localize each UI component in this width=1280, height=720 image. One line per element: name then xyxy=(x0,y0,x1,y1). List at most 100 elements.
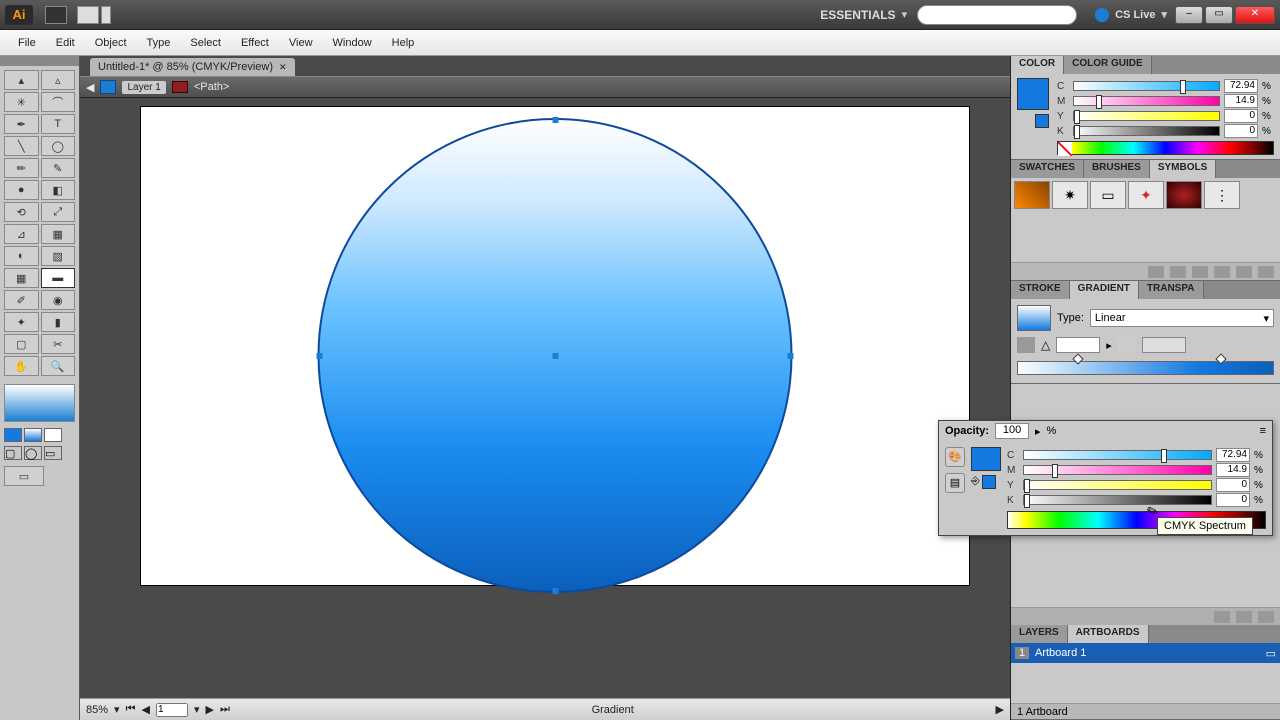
anchor-center[interactable] xyxy=(552,353,558,359)
workspace-switcher[interactable]: ESSENTIALS xyxy=(820,8,895,22)
fill-color-swatch[interactable] xyxy=(1017,78,1049,110)
screen-mode-full[interactable]: ◯ xyxy=(24,446,42,460)
gradient-midpoint-right[interactable] xyxy=(1215,353,1226,364)
canvas[interactable] xyxy=(80,98,1010,698)
pen-tool[interactable]: ✒ xyxy=(4,114,39,134)
symbol-place-icon[interactable] xyxy=(1170,266,1186,278)
gradient-mode-btn[interactable] xyxy=(24,428,42,442)
y-slider[interactable] xyxy=(1073,111,1220,121)
bridge-button[interactable] xyxy=(43,6,67,24)
popup-fill-swatch[interactable] xyxy=(971,447,1001,471)
free-transform-tool[interactable]: ▦ xyxy=(41,224,76,244)
gradient-type-dropdown[interactable]: Linear ▾ xyxy=(1090,309,1274,327)
symbol-splat[interactable]: ✷ xyxy=(1052,181,1088,209)
menu-view[interactable]: View xyxy=(279,33,323,53)
none-mode-btn[interactable] xyxy=(44,428,62,442)
tab-transparency[interactable]: TRANSPA xyxy=(1139,281,1204,299)
panel-menu-icon[interactable]: ≡ xyxy=(1260,425,1266,437)
symbol-break-icon[interactable] xyxy=(1192,266,1208,278)
status-menu-icon[interactable]: ▶ xyxy=(996,703,1004,716)
screen-mode-normal[interactable]: ▢ xyxy=(4,446,22,460)
appearance-new-icon[interactable] xyxy=(1214,611,1230,623)
rotate-tool[interactable]: ⟲ xyxy=(4,202,39,222)
breadcrumb-layer[interactable]: Layer 1 xyxy=(122,81,165,94)
symbol-delete-icon[interactable] xyxy=(1258,266,1274,278)
menu-select[interactable]: Select xyxy=(180,33,231,53)
shape-builder-tool[interactable]: ◐ xyxy=(4,246,39,266)
nav-last-icon[interactable]: ⏭ xyxy=(220,703,230,716)
appearance-dup-icon[interactable] xyxy=(1236,611,1252,623)
selection-tool[interactable]: ▴ xyxy=(4,70,39,90)
nav-dropdown-icon[interactable]: ▾ xyxy=(194,703,200,716)
symbol-cube[interactable] xyxy=(1014,181,1050,209)
gradient-aspect-icon[interactable] xyxy=(1118,337,1136,353)
artboard-orient-icon[interactable]: ▭ xyxy=(1266,647,1276,660)
screen-mode-cycle[interactable]: ▭ xyxy=(4,466,44,486)
popup-c-value[interactable]: 72.94 xyxy=(1216,448,1250,462)
color-spectrum[interactable] xyxy=(1057,141,1274,155)
zoom-dropdown-icon[interactable]: ▾ xyxy=(114,703,120,716)
m-slider[interactable] xyxy=(1073,96,1220,106)
tab-color[interactable]: COLOR xyxy=(1011,56,1064,74)
gradient-tool[interactable]: ▬ xyxy=(41,268,76,288)
appearance-del-icon[interactable] xyxy=(1258,611,1274,623)
breadcrumb-path[interactable]: <Path> xyxy=(194,81,229,93)
scale-tool[interactable]: ⤢ xyxy=(41,202,76,222)
popup-stroke-swatch[interactable] xyxy=(982,475,996,489)
screen-mode-present[interactable]: ▭ xyxy=(44,446,62,460)
color-models-icon[interactable]: 🎨 xyxy=(945,447,965,467)
gradient-midpoint-left[interactable] xyxy=(1072,353,1083,364)
c-value[interactable]: 72.94 xyxy=(1224,79,1258,93)
type-tool[interactable]: T xyxy=(41,114,76,134)
direct-selection-tool[interactable]: ▵ xyxy=(41,70,76,90)
slice-tool[interactable]: ✂ xyxy=(41,334,76,354)
paintbrush-tool[interactable]: ✏ xyxy=(4,158,39,178)
opacity-field[interactable]: 100 xyxy=(995,423,1029,439)
m-value[interactable]: 14.9 xyxy=(1224,94,1258,108)
symbol-options-icon[interactable] xyxy=(1214,266,1230,278)
anchor-left[interactable] xyxy=(317,353,323,359)
blob-brush-tool[interactable]: ● xyxy=(4,180,39,200)
graph-tool[interactable]: ▮ xyxy=(41,312,76,332)
opacity-stepper-icon[interactable]: ▸ xyxy=(1035,425,1041,438)
menu-file[interactable]: File xyxy=(8,33,46,53)
line-tool[interactable]: ╲ xyxy=(4,136,39,156)
breadcrumb-back-icon[interactable]: ◀ xyxy=(86,81,94,94)
hand-tool[interactable]: ✋ xyxy=(4,356,39,376)
tab-swatches[interactable]: SWATCHES xyxy=(1011,160,1084,178)
gradient-ramp[interactable] xyxy=(1017,361,1274,375)
gradient-aspect-field[interactable] xyxy=(1142,337,1186,353)
tab-color-guide[interactable]: COLOR GUIDE xyxy=(1064,56,1152,74)
perspective-tool[interactable]: ▨ xyxy=(41,246,76,266)
eyedropper-tool[interactable]: ✐ xyxy=(4,290,39,310)
symbol-frame[interactable]: ▭ xyxy=(1090,181,1126,209)
anchor-bottom[interactable] xyxy=(552,588,558,594)
popup-y-value[interactable]: 0 xyxy=(1216,478,1250,492)
color-sliders-icon[interactable]: ▤ xyxy=(945,473,965,493)
artboard[interactable] xyxy=(140,106,970,586)
mesh-tool[interactable]: ▦ xyxy=(4,268,39,288)
c-slider[interactable] xyxy=(1073,81,1220,91)
tab-gradient[interactable]: GRADIENT xyxy=(1070,281,1139,299)
symbol-sphere[interactable] xyxy=(1166,181,1202,209)
menu-effect[interactable]: Effect xyxy=(231,33,279,53)
symbol-new-icon[interactable] xyxy=(1236,266,1252,278)
popup-k-slider[interactable] xyxy=(1023,495,1212,505)
gradient-reverse-icon[interactable] xyxy=(1017,337,1035,353)
nav-next-icon[interactable]: ▶ xyxy=(205,703,213,716)
cs-live-button[interactable]: CS Live ▾ xyxy=(1095,8,1167,22)
symbol-misc[interactable]: ⋮ xyxy=(1204,181,1240,209)
tab-layers[interactable]: LAYERS xyxy=(1011,625,1068,643)
gradient-preview[interactable] xyxy=(1017,305,1051,331)
gradient-angle-field[interactable] xyxy=(1056,337,1100,353)
close-button[interactable]: ✕ xyxy=(1235,6,1275,24)
popup-k-value[interactable]: 0 xyxy=(1216,493,1250,507)
tab-stroke[interactable]: STROKE xyxy=(1011,281,1070,299)
y-value[interactable]: 0 xyxy=(1224,109,1258,123)
shape-tool[interactable]: ◯ xyxy=(41,136,76,156)
gradient-circle[interactable] xyxy=(318,118,793,593)
nav-first-icon[interactable]: ⏮ xyxy=(126,703,136,716)
artboard-tool[interactable]: ▢ xyxy=(4,334,39,354)
menu-object[interactable]: Object xyxy=(85,33,137,53)
arrange-documents[interactable] xyxy=(75,6,111,24)
